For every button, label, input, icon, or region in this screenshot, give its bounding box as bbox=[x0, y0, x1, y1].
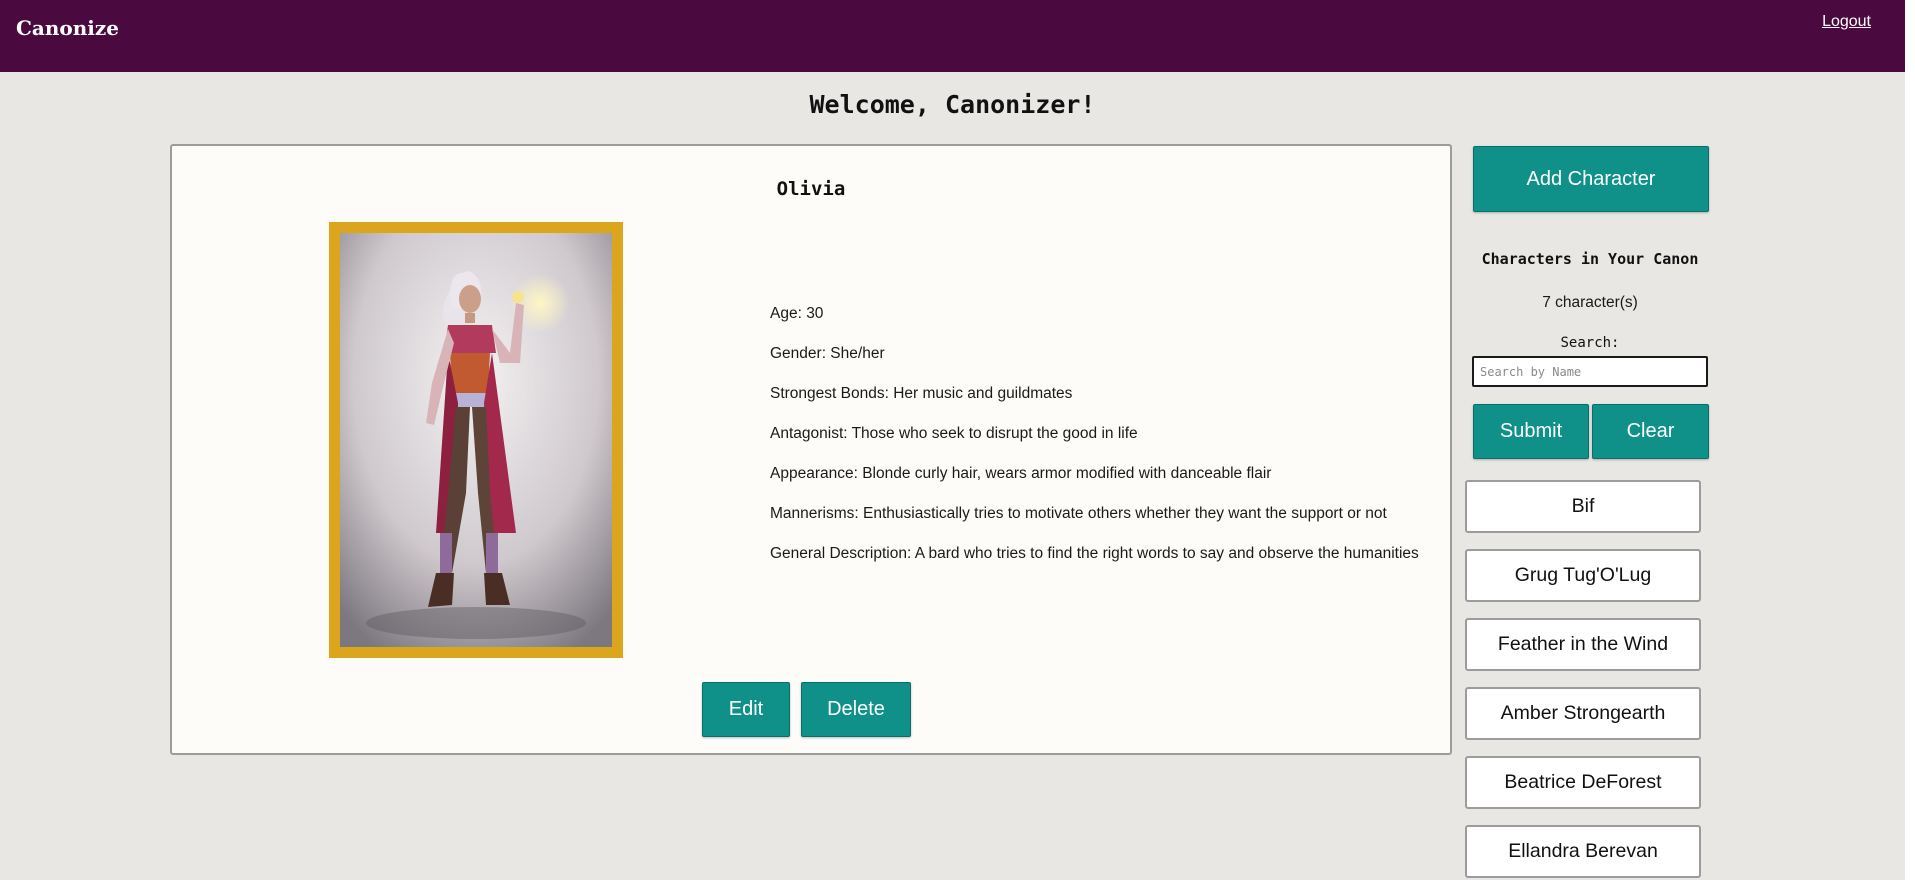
character-list-item-feather[interactable]: Feather in the Wind bbox=[1465, 618, 1701, 671]
character-list-item-grug[interactable]: Grug Tug'O'Lug bbox=[1465, 549, 1701, 602]
character-list-item-amber[interactable]: Amber Strongearth bbox=[1465, 687, 1701, 740]
canon-list-title: Characters in Your Canon bbox=[1481, 250, 1699, 268]
scrollbar[interactable] bbox=[1905, 0, 1915, 880]
logout-link[interactable]: Logout bbox=[1822, 13, 1871, 31]
detail-gender: Gender: She/her bbox=[770, 345, 885, 362]
detail-age: Age: 30 bbox=[770, 305, 824, 322]
detail-antagonist: Antagonist: Those who seek to disrupt th… bbox=[770, 425, 1138, 442]
character-card: Olivia Age: 30 Gender: She/her Strongest… bbox=[170, 144, 1452, 755]
top-navbar: Canonize Logout bbox=[0, 0, 1905, 72]
edit-button[interactable]: Edit bbox=[702, 682, 790, 737]
detail-strongest-bonds: Strongest Bonds: Her music and guildmate… bbox=[770, 385, 1073, 402]
sidebar: Add Character Characters in Your Canon 7… bbox=[1465, 144, 1720, 880]
delete-button[interactable]: Delete bbox=[801, 682, 911, 737]
character-name: Olivia bbox=[776, 178, 846, 200]
search-label: Search: bbox=[1560, 335, 1620, 351]
character-list-item-ellandra[interactable]: Ellandra Berevan bbox=[1465, 825, 1701, 878]
submit-button[interactable]: Submit bbox=[1473, 404, 1589, 459]
character-details: Age: 30 Gender: She/her Strongest Bonds:… bbox=[770, 304, 1419, 584]
detail-appearance: Appearance: Blonde curly hair, wears arm… bbox=[770, 465, 1272, 482]
character-portrait bbox=[329, 222, 623, 658]
search-input[interactable] bbox=[1472, 356, 1708, 387]
detail-general-description: General Description: A bard who tries to… bbox=[770, 545, 1419, 562]
detail-mannerisms: Mannerisms: Enthusiastically tries to mo… bbox=[770, 505, 1387, 522]
character-list-item-bif[interactable]: Bif bbox=[1465, 480, 1701, 533]
clear-button[interactable]: Clear bbox=[1592, 404, 1709, 459]
portrait-illustration bbox=[340, 233, 612, 647]
add-character-button[interactable]: Add Character bbox=[1473, 146, 1709, 212]
brand-logo[interactable]: Canonize bbox=[16, 16, 119, 40]
character-count: 7 character(s) bbox=[1542, 294, 1638, 311]
character-list-item-beatrice[interactable]: Beatrice DeForest bbox=[1465, 756, 1701, 809]
page-title: Welcome, Canonizer! bbox=[809, 90, 1096, 119]
